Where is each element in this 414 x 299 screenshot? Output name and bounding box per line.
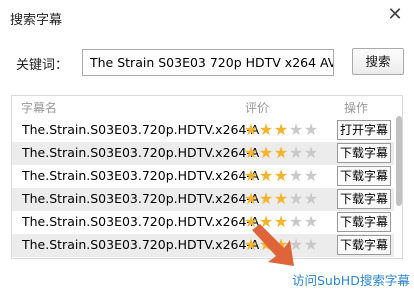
- star-empty-icon: ★: [288, 189, 303, 208]
- list-rows: The.Strain.S03E03.720p.HDTV.x264-A ★ ★ ★ ★ ★ 打…: [12, 119, 394, 257]
- search-button[interactable]: 搜索: [352, 48, 404, 75]
- download-subtitle-button[interactable]: 下载字幕: [337, 166, 391, 186]
- list-item[interactable]: The.Strain.S03E03.720p.HDTV.x264-A★★★★★下…: [12, 188, 394, 211]
- star-empty-icon: ★: [303, 120, 318, 139]
- rating-stars: ★★★★★: [243, 120, 318, 140]
- star-empty-icon: ★: [303, 143, 318, 162]
- subtitle-name: The.Strain.S03E03.720p.HDTV.x264-A: [22, 214, 260, 229]
- pointer-arrow-icon: [252, 224, 294, 266]
- close-icon[interactable]: ✕: [386, 4, 404, 26]
- star-filled-icon: ★: [258, 143, 273, 162]
- download-subtitle-button[interactable]: 下载字幕: [337, 235, 391, 255]
- star-empty-icon: ★: [288, 166, 303, 185]
- list-item[interactable]: The.Strain.S03E03.720p.HDTV.x264-A★★★★★下…: [12, 211, 394, 234]
- list-scrollbar[interactable]: [395, 96, 402, 258]
- list-header: 字幕名 评价 操作: [12, 96, 392, 116]
- download-subtitle-button[interactable]: 下载字幕: [337, 212, 391, 232]
- dialog-title: 搜索字幕: [10, 13, 63, 28]
- list-item[interactable]: The.Strain.S03E03.720p.HDTV.x264-A ★ ★ ★ ★ ★ 打…: [12, 119, 394, 142]
- star-filled-icon: ★: [258, 189, 273, 208]
- star-filled-icon: ★: [273, 143, 288, 162]
- star-empty-icon: ★: [303, 189, 318, 208]
- download-subtitle-button[interactable]: 下载字幕: [337, 143, 391, 163]
- subtitle-name: The.Strain.S03E03.720p.HDTV.x264-A: [22, 168, 260, 183]
- star-filled-icon: ★: [243, 143, 258, 162]
- star-empty-icon: ★: [288, 120, 303, 139]
- star-filled-icon: ★: [243, 189, 258, 208]
- column-header-name: 字幕名: [21, 101, 58, 115]
- rating-stars: ★★★★★: [243, 166, 318, 186]
- star-empty-icon: ★: [303, 212, 318, 231]
- subtitle-name: The.Strain.S03E03.720p.HDTV.x264-A: [22, 237, 260, 252]
- star-empty-icon: ★: [303, 166, 318, 185]
- rating-stars: ★★★★★: [243, 189, 318, 209]
- star-filled-icon: ★: [273, 166, 288, 185]
- keyword-input[interactable]: The Strain S03E03 720p HDTV x264 AVS: [82, 49, 334, 76]
- list-item[interactable]: The.Strain.S03E03.720p.HDTV.x264-A★★★★★下…: [12, 165, 394, 188]
- open-subtitle-button[interactable]: 打开字幕: [337, 120, 391, 140]
- search-subtitle-dialog: 搜索字幕 ✕ 关键词： The Strain S03E03 720p HDTV …: [0, 0, 414, 299]
- star-filled-icon: ★: [243, 120, 258, 139]
- subtitle-name: The.Strain.S03E03.720p.HDTV.x264-A: [22, 122, 260, 137]
- download-subtitle-button[interactable]: 下载字幕: [337, 189, 391, 209]
- star-filled-icon: ★: [258, 166, 273, 185]
- subtitle-name: The.Strain.S03E03.720p.HDTV.x264-A: [22, 145, 260, 160]
- star-empty-icon: ★: [288, 143, 303, 162]
- column-header-action: 操作: [344, 101, 369, 115]
- visit-subhd-link[interactable]: 访问SubHD搜索字幕: [292, 270, 410, 289]
- column-header-rating: 评价: [245, 101, 270, 115]
- star-filled-icon: ★: [258, 120, 273, 139]
- rating-stars: ★★★★★: [243, 143, 318, 163]
- list-item[interactable]: The.Strain.S03E03.720p.HDTV.x264-A★★★★★下…: [12, 234, 394, 257]
- keyword-label: 关键词：: [16, 58, 69, 73]
- subtitle-name: The.Strain.S03E03.720p.HDTV.x264-A: [22, 191, 260, 206]
- star-filled-icon: ★: [243, 166, 258, 185]
- scrollbar-thumb[interactable]: [396, 116, 402, 206]
- star-filled-icon: ★: [273, 120, 288, 139]
- star-filled-icon: ★: [273, 189, 288, 208]
- star-empty-icon: ★: [303, 235, 318, 254]
- list-item[interactable]: The.Strain.S03E03.720p.HDTV.x264-A★★★★★下…: [12, 142, 394, 165]
- subtitle-list: 字幕名 评价 操作 The.Strain.S03E03.720p.HDTV.x2…: [11, 95, 403, 259]
